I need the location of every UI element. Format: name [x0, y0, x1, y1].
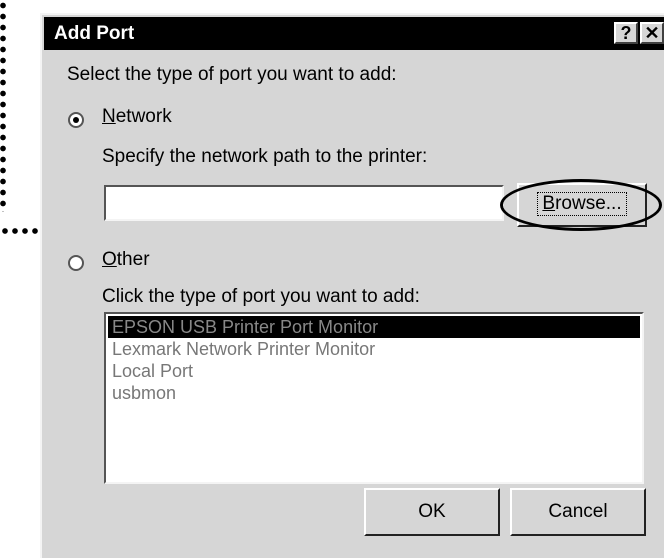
ok-button[interactable]: OK — [364, 488, 500, 536]
port-type-list[interactable]: EPSON USB Printer Port Monitor Lexmark N… — [104, 312, 644, 484]
network-path-label: Specify the network path to the printer: — [102, 146, 428, 167]
list-item[interactable]: Local Port — [108, 360, 640, 382]
other-label-rest: ther — [116, 249, 150, 270]
callout-dotted-line-horizontal — [0, 226, 38, 236]
network-path-input[interactable] — [104, 185, 504, 221]
browse-highlight-circle — [500, 179, 662, 231]
close-button[interactable]: ✕ — [640, 22, 664, 44]
port-list-label: Click the type of port you want to add: — [102, 286, 420, 307]
dialog-title: Add Port — [54, 23, 135, 44]
add-port-dialog: Add Port ? ✕ Select the type of port you… — [40, 13, 664, 558]
callout-dotted-line-vertical — [0, 0, 6, 212]
other-radio-label[interactable]: Other — [102, 249, 150, 271]
other-radio[interactable] — [68, 255, 84, 271]
port-type-prompt: Select the type of port you want to add: — [67, 64, 397, 85]
network-label-rest: etwork — [115, 106, 172, 127]
network-radio[interactable] — [68, 112, 84, 128]
other-mnemonic: O — [102, 249, 117, 270]
network-radio-label[interactable]: Network — [102, 106, 172, 128]
cancel-button[interactable]: Cancel — [510, 488, 646, 536]
help-button[interactable]: ? — [614, 22, 638, 44]
network-mnemonic: N — [102, 106, 116, 127]
list-item[interactable]: usbmon — [108, 382, 640, 404]
list-item[interactable]: EPSON USB Printer Port Monitor — [108, 316, 640, 338]
list-item[interactable]: Lexmark Network Printer Monitor — [108, 338, 640, 360]
title-bar: Add Port ? ✕ — [44, 17, 664, 50]
